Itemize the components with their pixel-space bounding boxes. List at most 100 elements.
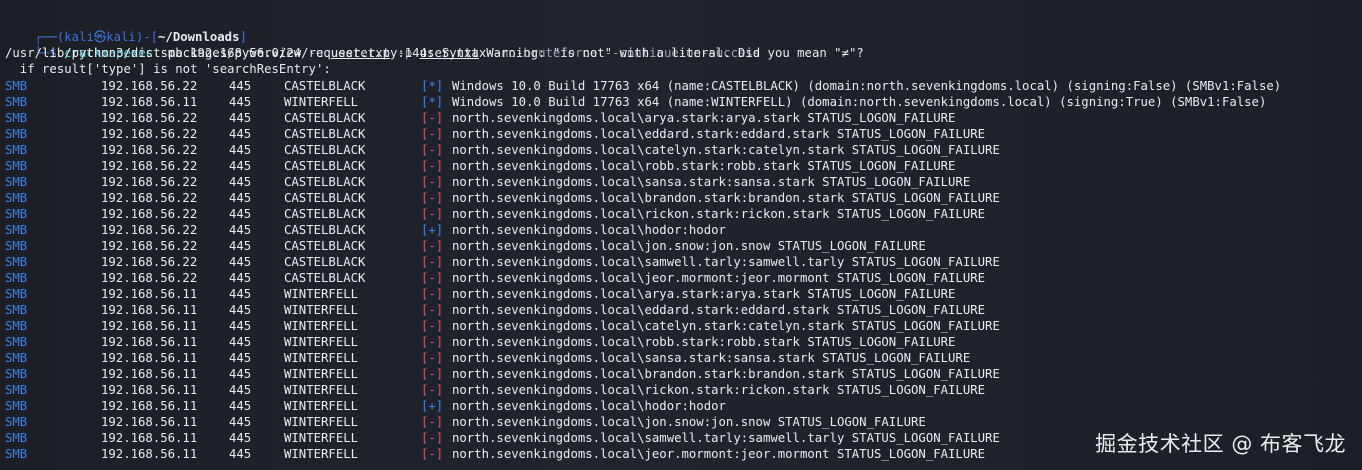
hostname-cell: WINTERFELL bbox=[284, 287, 359, 301]
status-marker: [-] bbox=[421, 335, 444, 349]
message-cell: north.sevenkingdoms.local\jeor.mormont:j… bbox=[452, 271, 986, 285]
protocol-cell: SMB bbox=[5, 303, 28, 317]
output-row: SMB 192.168.56.22 445 CASTELBLACK [-] north.s… bbox=[0, 142, 1362, 158]
message-cell: north.sevenkingdoms.local\samwell.tarly:… bbox=[452, 255, 1000, 269]
port-cell: 445 bbox=[229, 287, 252, 301]
hostname-cell: WINTERFELL bbox=[284, 303, 359, 317]
hostname-cell: WINTERFELL bbox=[284, 367, 359, 381]
port-cell: 445 bbox=[229, 79, 252, 93]
protocol-cell: SMB bbox=[5, 111, 28, 125]
message-cell: north.sevenkingdoms.local\sansa.stark:sa… bbox=[452, 351, 971, 365]
ip-cell: 192.168.56.22 bbox=[101, 239, 198, 253]
hostname-cell: CASTELBLACK bbox=[284, 159, 366, 173]
message-cell: north.sevenkingdoms.local\eddard.stark:e… bbox=[452, 303, 986, 317]
output-row: SMB 192.168.56.22 445 CASTELBLACK [*] Windows… bbox=[0, 78, 1362, 94]
watermark: 掘金技术社区 @ 布客飞龙 bbox=[1095, 432, 1346, 456]
protocol-cell: SMB bbox=[5, 143, 28, 157]
ip-cell: 192.168.56.22 bbox=[101, 255, 198, 269]
message-cell: north.sevenkingdoms.local\hodor:hodor bbox=[452, 223, 726, 237]
status-marker: [-] bbox=[421, 175, 444, 189]
status-marker: [-] bbox=[421, 319, 444, 333]
ip-cell: 192.168.56.22 bbox=[101, 191, 198, 205]
ip-cell: 192.168.56.22 bbox=[101, 271, 198, 285]
protocol-cell: SMB bbox=[5, 159, 28, 173]
message-cell: north.sevenkingdoms.local\samwell.tarly:… bbox=[452, 431, 1000, 445]
status-marker: [-] bbox=[421, 303, 444, 317]
hostname-cell: WINTERFELL bbox=[284, 383, 359, 397]
status-marker: [-] bbox=[421, 207, 444, 221]
output-row: SMB 192.168.56.11 445 WINTERFELL [-] north.se… bbox=[0, 286, 1362, 302]
hostname-cell: WINTERFELL bbox=[284, 95, 359, 109]
message-cell: north.sevenkingdoms.local\sansa.stark:sa… bbox=[452, 175, 971, 189]
port-cell: 445 bbox=[229, 207, 252, 221]
protocol-cell: SMB bbox=[5, 351, 28, 365]
protocol-cell: SMB bbox=[5, 95, 28, 109]
hostname-cell: CASTELBLACK bbox=[284, 207, 366, 221]
ip-cell: 192.168.56.22 bbox=[101, 175, 198, 189]
message-cell: north.sevenkingdoms.local\arya.stark:ary… bbox=[452, 111, 956, 125]
message-cell: north.sevenkingdoms.local\jon.snow:jon.s… bbox=[452, 239, 926, 253]
prompt-line-2[interactable]: └─$ crackmapexec smb 192.168.56.0/24 -u … bbox=[5, 29, 761, 60]
port-cell: 445 bbox=[229, 367, 252, 381]
message-cell: north.sevenkingdoms.local\rickon.stark:r… bbox=[452, 383, 986, 397]
output-row: SMB 192.168.56.22 445 CASTELBLACK [-] north.s… bbox=[0, 190, 1362, 206]
port-cell: 445 bbox=[229, 191, 252, 205]
status-marker: [-] bbox=[421, 271, 444, 285]
hostname-cell: WINTERFELL bbox=[284, 399, 359, 413]
hostname-cell: WINTERFELL bbox=[284, 335, 359, 349]
port-cell: 445 bbox=[229, 399, 252, 413]
status-marker: [+] bbox=[421, 399, 444, 413]
message-cell: Windows 10.0 Build 17763 x64 (name:CASTE… bbox=[452, 79, 1282, 93]
ip-cell: 192.168.56.11 bbox=[101, 335, 198, 349]
ip-cell: 192.168.56.11 bbox=[101, 95, 198, 109]
port-cell: 445 bbox=[229, 335, 252, 349]
port-cell: 445 bbox=[229, 447, 252, 461]
port-cell: 445 bbox=[229, 111, 252, 125]
port-cell: 445 bbox=[229, 431, 252, 445]
status-marker: [-] bbox=[421, 143, 444, 157]
protocol-cell: SMB bbox=[5, 191, 28, 205]
hostname-cell: WINTERFELL bbox=[284, 351, 359, 365]
protocol-cell: SMB bbox=[5, 271, 28, 285]
protocol-cell: SMB bbox=[5, 319, 28, 333]
ip-cell: 192.168.56.22 bbox=[101, 159, 198, 173]
warning-line-2: if result['type'] is not 'searchResEntry… bbox=[5, 62, 331, 76]
hostname-cell: CASTELBLACK bbox=[284, 255, 366, 269]
message-cell: north.sevenkingdoms.local\robb.stark:rob… bbox=[452, 335, 956, 349]
protocol-cell: SMB bbox=[5, 415, 28, 429]
message-cell: Windows 10.0 Build 17763 x64 (name:WINTE… bbox=[452, 95, 1267, 109]
output-row: SMB 192.168.56.11 445 WINTERFELL [-] north.se… bbox=[0, 318, 1362, 334]
ip-cell: 192.168.56.11 bbox=[101, 351, 198, 365]
port-cell: 445 bbox=[229, 383, 252, 397]
port-cell: 445 bbox=[229, 143, 252, 157]
status-marker: [-] bbox=[421, 287, 444, 301]
ip-cell: 192.168.56.11 bbox=[101, 383, 198, 397]
status-marker: [*] bbox=[421, 95, 444, 109]
protocol-cell: SMB bbox=[5, 207, 28, 221]
protocol-cell: SMB bbox=[5, 447, 28, 461]
port-cell: 445 bbox=[229, 127, 252, 141]
hostname-cell: CASTELBLACK bbox=[284, 271, 366, 285]
ip-cell: 192.168.56.11 bbox=[101, 287, 198, 301]
port-cell: 445 bbox=[229, 239, 252, 253]
terminal-window[interactable]: ┌──(kali㉿kali)-[~/Downloads] └─$ crackma… bbox=[0, 0, 1362, 470]
message-cell: north.sevenkingdoms.local\catelyn.stark:… bbox=[452, 143, 1000, 157]
status-marker: [-] bbox=[421, 127, 444, 141]
hostname-cell: CASTELBLACK bbox=[284, 175, 366, 189]
ip-cell: 192.168.56.11 bbox=[101, 319, 198, 333]
port-cell: 445 bbox=[229, 95, 252, 109]
port-cell: 445 bbox=[229, 159, 252, 173]
output-row: SMB 192.168.56.11 445 WINTERFELL [-] north.se… bbox=[0, 382, 1362, 398]
hostname-cell: CASTELBLACK bbox=[284, 191, 366, 205]
message-cell: north.sevenkingdoms.local\eddard.stark:e… bbox=[452, 127, 986, 141]
protocol-cell: SMB bbox=[5, 431, 28, 445]
protocol-cell: SMB bbox=[5, 383, 28, 397]
ip-cell: 192.168.56.11 bbox=[101, 431, 198, 445]
port-cell: 445 bbox=[229, 303, 252, 317]
output-row: SMB 192.168.56.22 445 CASTELBLACK [-] north.s… bbox=[0, 158, 1362, 174]
message-cell: north.sevenkingdoms.local\hodor:hodor bbox=[452, 399, 726, 413]
output-row: SMB 192.168.56.11 445 WINTERFELL [*] Windows … bbox=[0, 94, 1362, 110]
status-marker: [+] bbox=[421, 223, 444, 237]
status-marker: [-] bbox=[421, 239, 444, 253]
hostname-cell: CASTELBLACK bbox=[284, 223, 366, 237]
